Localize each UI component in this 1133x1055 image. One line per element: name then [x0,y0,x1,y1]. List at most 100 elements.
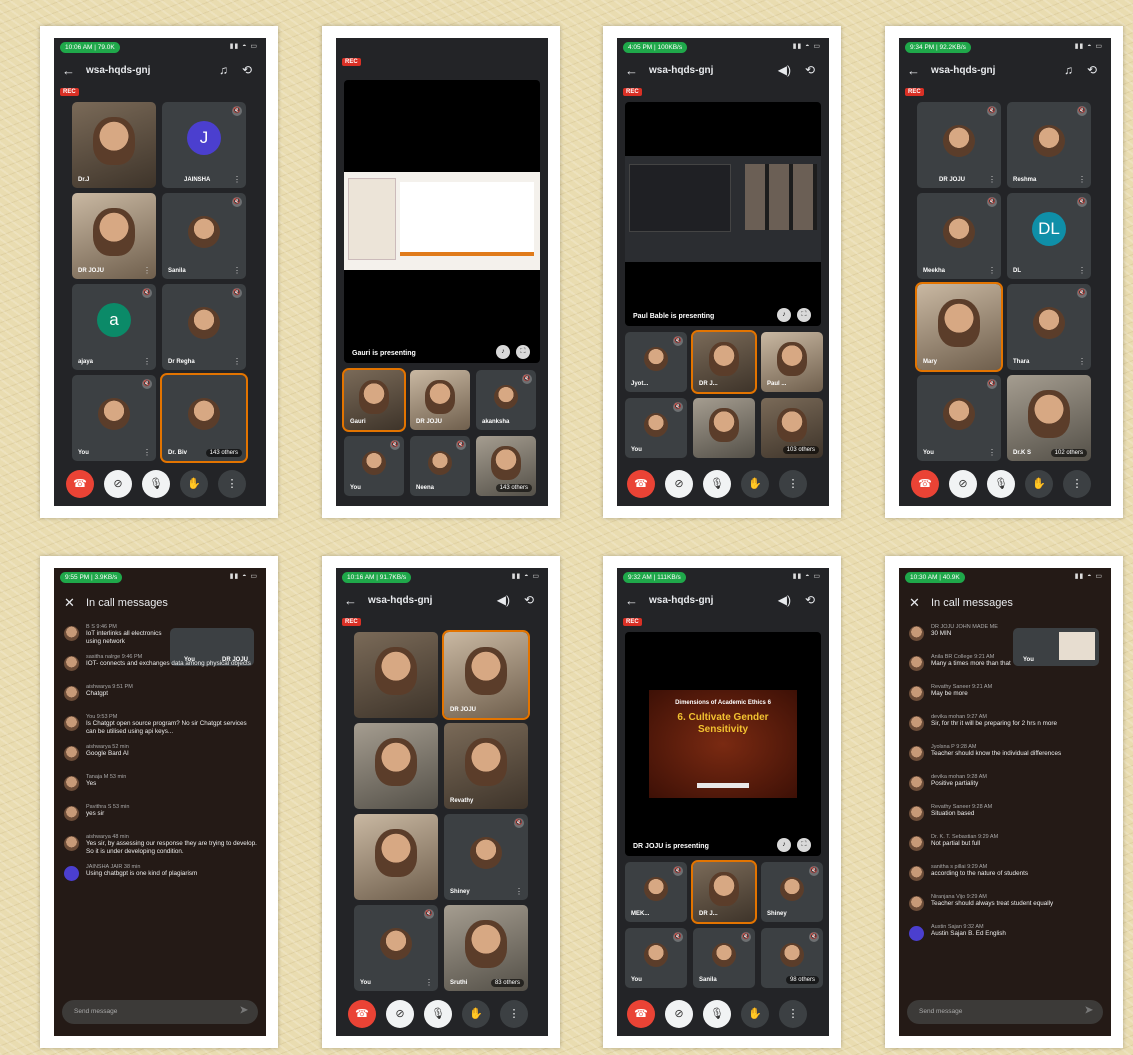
participant-tile[interactable]: 🔇 Thara ⋮ [1007,284,1091,370]
participant-tile[interactable]: 🔇 You ⋮ [917,375,1001,461]
participant-tile[interactable]: Sruthi 83 others [444,905,528,991]
raise-hand-icon[interactable]: ✋ [741,470,769,498]
speaker-icon[interactable]: ◀) [778,593,791,607]
others-count[interactable]: 98 others [785,976,819,984]
screen-share[interactable]: Gauri is presenting ♪ ⛶ [344,80,540,363]
more-icon[interactable]: ⋮ [1078,266,1086,275]
fullscreen-icon[interactable]: ⛶ [516,345,530,359]
participant-tile[interactable]: Dr.K S 102 others [1007,375,1091,461]
participant-tile[interactable]: Revathy [444,723,528,809]
meeting-code[interactable]: wsa-hqds-gnj [368,595,432,606]
participant-tile[interactable]: Gauri [342,368,406,432]
arrow-left-icon[interactable]: ← [625,593,638,608]
camera-off-icon[interactable]: ⊘ [665,470,693,498]
participant-tile[interactable] [354,723,438,809]
participant-tile[interactable]: 🔇 Jyot... [625,332,687,392]
end-call-icon[interactable]: ☎ [348,1000,376,1028]
more-icon[interactable]: ⋮ [500,1000,528,1028]
more-icon[interactable]: ⋮ [143,266,151,275]
arrow-left-icon[interactable]: ← [62,63,75,78]
participant-tile[interactable]: 🔇 a ajaya ⋮ [72,284,156,370]
mic-off-icon[interactable]: 🎙 [703,1000,731,1028]
meeting-code[interactable]: wsa-hqds-gnj [931,65,995,76]
participant-tile[interactable]: DR JOJU [410,370,470,430]
participant-tile[interactable] [693,398,755,458]
more-icon[interactable]: ⋮ [233,266,241,275]
switch-camera-icon[interactable]: ⟲ [242,63,252,77]
participant-tile[interactable]: 🔇 MEK... [625,862,687,922]
send-message-input[interactable]: Send message ➤ [907,1000,1103,1024]
others-count[interactable]: 102 others [1050,449,1087,457]
speaker-icon[interactable]: ◀) [778,63,791,77]
more-icon[interactable]: ⋮ [233,357,241,366]
camera-off-icon[interactable]: ⊘ [949,470,977,498]
participant-tile[interactable]: 🔇 DR JOJU ⋮ [917,102,1001,188]
more-icon[interactable]: ⋮ [218,470,246,498]
participant-tile[interactable]: DR J... [691,860,757,924]
camera-off-icon[interactable]: ⊘ [665,1000,693,1028]
meeting-code[interactable]: wsa-hqds-gnj [86,65,150,76]
mic-off-icon[interactable]: 🎙 [703,470,731,498]
participant-tile[interactable]: 🔇 Sanila ⋮ [162,193,246,279]
meeting-code[interactable]: wsa-hqds-gnj [649,65,713,76]
switch-camera-icon[interactable]: ⟲ [524,593,534,607]
more-icon[interactable]: ⋮ [425,978,433,987]
meeting-code[interactable]: wsa-hqds-gnj [649,595,713,606]
participant-tile[interactable]: 143 others [476,436,536,496]
end-call-icon[interactable]: ☎ [911,470,939,498]
arrow-left-icon[interactable]: ← [344,593,357,608]
participant-tile[interactable] [354,632,438,718]
more-icon[interactable]: ⋮ [988,266,996,275]
switch-camera-icon[interactable]: ⟲ [1087,63,1097,77]
more-icon[interactable]: ⋮ [779,470,807,498]
more-icon[interactable]: ⋮ [988,448,996,457]
mic-icon[interactable]: ♪ [777,308,791,322]
others-count[interactable]: 143 others [205,449,242,457]
raise-hand-icon[interactable]: ✋ [462,1000,490,1028]
participant-tile[interactable]: 🔇 Sanila [693,928,755,988]
message-list[interactable]: DR JOJU JOHN MADE ME 30 MIN Anila BR Coll… [899,624,1111,992]
participant-tile[interactable]: DR JOJU [442,630,530,720]
mic-off-icon[interactable]: 🎙 [424,1000,452,1028]
participant-tile[interactable]: 🔇 DL DL ⋮ [1007,193,1091,279]
more-icon[interactable]: ⋮ [143,357,151,366]
participant-tile[interactable]: 🔇 Shiney [761,862,823,922]
more-icon[interactable]: ⋮ [515,887,523,896]
send-message-input[interactable]: Send message ➤ [62,1000,258,1024]
participant-tile[interactable]: 🔇 You ⋮ [72,375,156,461]
participant-tile[interactable]: 🔇 You ⋮ [354,905,438,991]
raise-hand-icon[interactable]: ✋ [180,470,208,498]
more-icon[interactable]: ⋮ [233,175,241,184]
headphones-icon[interactable]: ♫ [219,63,228,77]
raise-hand-icon[interactable]: ✋ [741,1000,769,1028]
send-icon[interactable]: ➤ [1085,1005,1093,1016]
end-call-icon[interactable]: ☎ [627,1000,655,1028]
screen-share[interactable]: Paul Bable is presenting ♪ ⛶ [625,102,821,326]
mic-icon[interactable]: ♪ [777,838,791,852]
participant-tile[interactable]: 🔇 You [344,436,404,496]
camera-off-icon[interactable]: ⊘ [104,470,132,498]
camera-off-icon[interactable]: ⊘ [386,1000,414,1028]
end-call-icon[interactable]: ☎ [627,470,655,498]
switch-camera-icon[interactable]: ⟲ [805,63,815,77]
participant-tile[interactable]: 🔇 Neena [410,436,470,496]
participant-tile[interactable]: DR JOJU ⋮ [72,193,156,279]
arrow-left-icon[interactable]: ← [907,63,920,78]
participant-tile[interactable]: 🔇 You [625,928,687,988]
mic-icon[interactable]: ♪ [496,345,510,359]
others-count[interactable]: 103 others [782,446,819,454]
more-icon[interactable]: ⋮ [1078,357,1086,366]
headphones-icon[interactable]: ♫ [1064,63,1073,77]
message-list[interactable]: B S 9:46 PM IoT interlinks all electronic… [54,624,266,992]
participant-tile[interactable]: 🔇 J JAINSHA ⋮ [162,102,246,188]
send-icon[interactable]: ➤ [240,1005,248,1016]
more-icon[interactable]: ⋮ [1063,470,1091,498]
participant-tile[interactable]: 103 others [761,398,823,458]
fullscreen-icon[interactable]: ⛶ [797,838,811,852]
more-icon[interactable]: ⋮ [1078,175,1086,184]
participant-tile[interactable]: Mary [915,282,1003,372]
participant-tile[interactable]: 🔇 98 others [761,928,823,988]
participant-tile[interactable]: Dr. Biv 143 others [160,373,248,463]
participant-tile[interactable]: Dr.J [72,102,156,188]
participant-tile[interactable]: 🔇 Meekha ⋮ [917,193,1001,279]
